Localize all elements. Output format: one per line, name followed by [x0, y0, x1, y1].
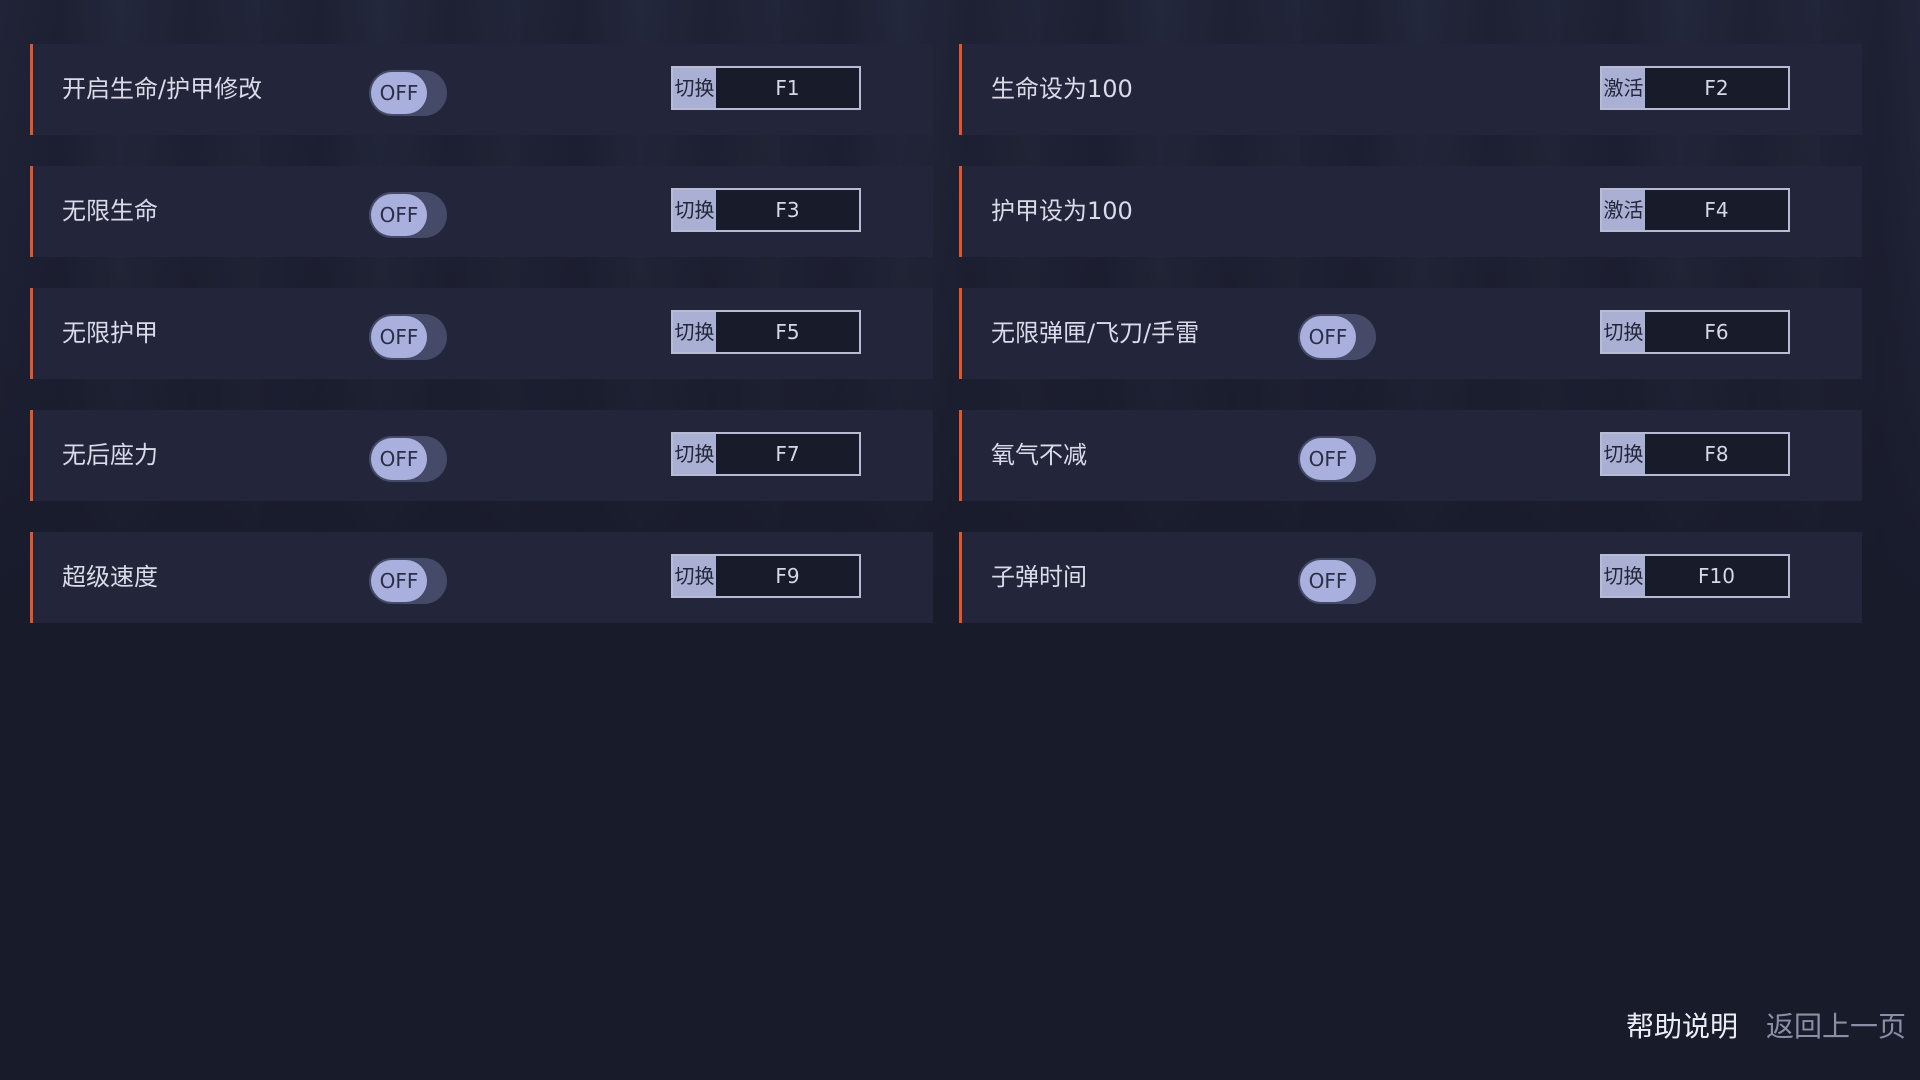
hotkey-mode-label: 切换	[1602, 434, 1645, 474]
toggle-switch[interactable]: OFF	[1298, 314, 1376, 360]
hotkey-key: F9	[716, 556, 859, 596]
option-super-speed: 超级速度 OFF 切换 F9	[30, 532, 933, 623]
hotkey-key: F6	[1645, 312, 1788, 352]
hotkey-mode-label: 激活	[1602, 190, 1645, 230]
option-no-recoil: 无后座力 OFF 切换 F7	[30, 410, 933, 501]
back-link[interactable]: 返回上一页	[1766, 1005, 1906, 1045]
hotkey-binding[interactable]: 切换 F9	[671, 554, 861, 598]
option-label: 超级速度	[62, 563, 158, 591]
option-set-armor-100: 护甲设为100 激活 F4	[959, 166, 1862, 257]
hotkey-mode-label: 切换	[673, 556, 716, 596]
hotkey-binding[interactable]: 切换 F7	[671, 432, 861, 476]
toggle-knob: OFF	[371, 194, 427, 236]
hotkey-binding[interactable]: 激活 F4	[1600, 188, 1790, 232]
option-row: 无限生命 OFF 切换 F3 护甲设为100 激活 F4	[30, 166, 1862, 257]
hotkey-mode-label: 切换	[1602, 556, 1645, 596]
option-label: 无限生命	[62, 197, 158, 225]
option-infinite-health: 无限生命 OFF 切换 F3	[30, 166, 933, 257]
option-row: 超级速度 OFF 切换 F9 子弹时间 OFF 切换 F10	[30, 532, 1862, 623]
hotkey-mode-label: 切换	[673, 68, 716, 108]
toggle-knob: OFF	[371, 438, 427, 480]
hotkey-mode-label: 切换	[673, 312, 716, 352]
option-set-health-100: 生命设为100 激活 F2	[959, 44, 1862, 135]
hotkey-key: F5	[716, 312, 859, 352]
option-row: 开启生命/护甲修改 OFF 切换 F1 生命设为100 激活 F2	[30, 44, 1862, 135]
toggle-knob: OFF	[371, 316, 427, 358]
hotkey-key: F10	[1645, 556, 1788, 596]
toggle-knob: OFF	[371, 72, 427, 114]
option-label: 无限护甲	[62, 319, 158, 347]
option-infinite-armor: 无限护甲 OFF 切换 F5	[30, 288, 933, 379]
option-label: 子弹时间	[991, 563, 1087, 591]
toggle-switch[interactable]: OFF	[1298, 558, 1376, 604]
option-label: 无限弹匣/飞刀/手雷	[991, 319, 1200, 347]
toggle-knob: OFF	[371, 560, 427, 602]
hotkey-binding[interactable]: 激活 F2	[1600, 66, 1790, 110]
hotkey-binding[interactable]: 切换 F10	[1600, 554, 1790, 598]
toggle-switch[interactable]: OFF	[369, 192, 447, 238]
hotkey-binding[interactable]: 切换 F8	[1600, 432, 1790, 476]
hotkey-mode-label: 切换	[673, 190, 716, 230]
toggle-switch[interactable]: OFF	[369, 70, 447, 116]
toggle-switch[interactable]: OFF	[1298, 436, 1376, 482]
option-infinite-ammo: 无限弹匣/飞刀/手雷 OFF 切换 F6	[959, 288, 1862, 379]
toggle-knob: OFF	[1300, 438, 1356, 480]
toggle-knob: OFF	[1300, 560, 1356, 602]
hotkey-mode-label: 切换	[673, 434, 716, 474]
option-bullet-time: 子弹时间 OFF 切换 F10	[959, 532, 1862, 623]
hotkey-mode-label: 激活	[1602, 68, 1645, 108]
help-link[interactable]: 帮助说明	[1626, 1005, 1738, 1045]
option-label: 无后座力	[62, 441, 158, 469]
option-row: 无后座力 OFF 切换 F7 氧气不减 OFF 切换 F8	[30, 410, 1862, 501]
toggle-switch[interactable]: OFF	[369, 558, 447, 604]
hotkey-binding[interactable]: 切换 F6	[1600, 310, 1790, 354]
option-health-armor-modify: 开启生命/护甲修改 OFF 切换 F1	[30, 44, 933, 135]
hotkey-binding[interactable]: 切换 F3	[671, 188, 861, 232]
option-label: 护甲设为100	[991, 197, 1133, 225]
hotkey-key: F7	[716, 434, 859, 474]
hotkey-key: F1	[716, 68, 859, 108]
option-label: 生命设为100	[991, 75, 1133, 103]
option-infinite-oxygen: 氧气不减 OFF 切换 F8	[959, 410, 1862, 501]
option-row: 无限护甲 OFF 切换 F5 无限弹匣/飞刀/手雷 OFF 切换 F6	[30, 288, 1862, 379]
cheat-options-panel: 开启生命/护甲修改 OFF 切换 F1 生命设为100 激活 F2 无限生命 O…	[30, 44, 1862, 654]
hotkey-mode-label: 切换	[1602, 312, 1645, 352]
hotkey-binding[interactable]: 切换 F1	[671, 66, 861, 110]
toggle-switch[interactable]: OFF	[369, 314, 447, 360]
hotkey-key: F8	[1645, 434, 1788, 474]
hotkey-key: F3	[716, 190, 859, 230]
hotkey-binding[interactable]: 切换 F5	[671, 310, 861, 354]
option-label: 氧气不减	[991, 441, 1087, 469]
toggle-switch[interactable]: OFF	[369, 436, 447, 482]
hotkey-key: F4	[1645, 190, 1788, 230]
hotkey-key: F2	[1645, 68, 1788, 108]
option-label: 开启生命/护甲修改	[62, 75, 263, 103]
toggle-knob: OFF	[1300, 316, 1356, 358]
